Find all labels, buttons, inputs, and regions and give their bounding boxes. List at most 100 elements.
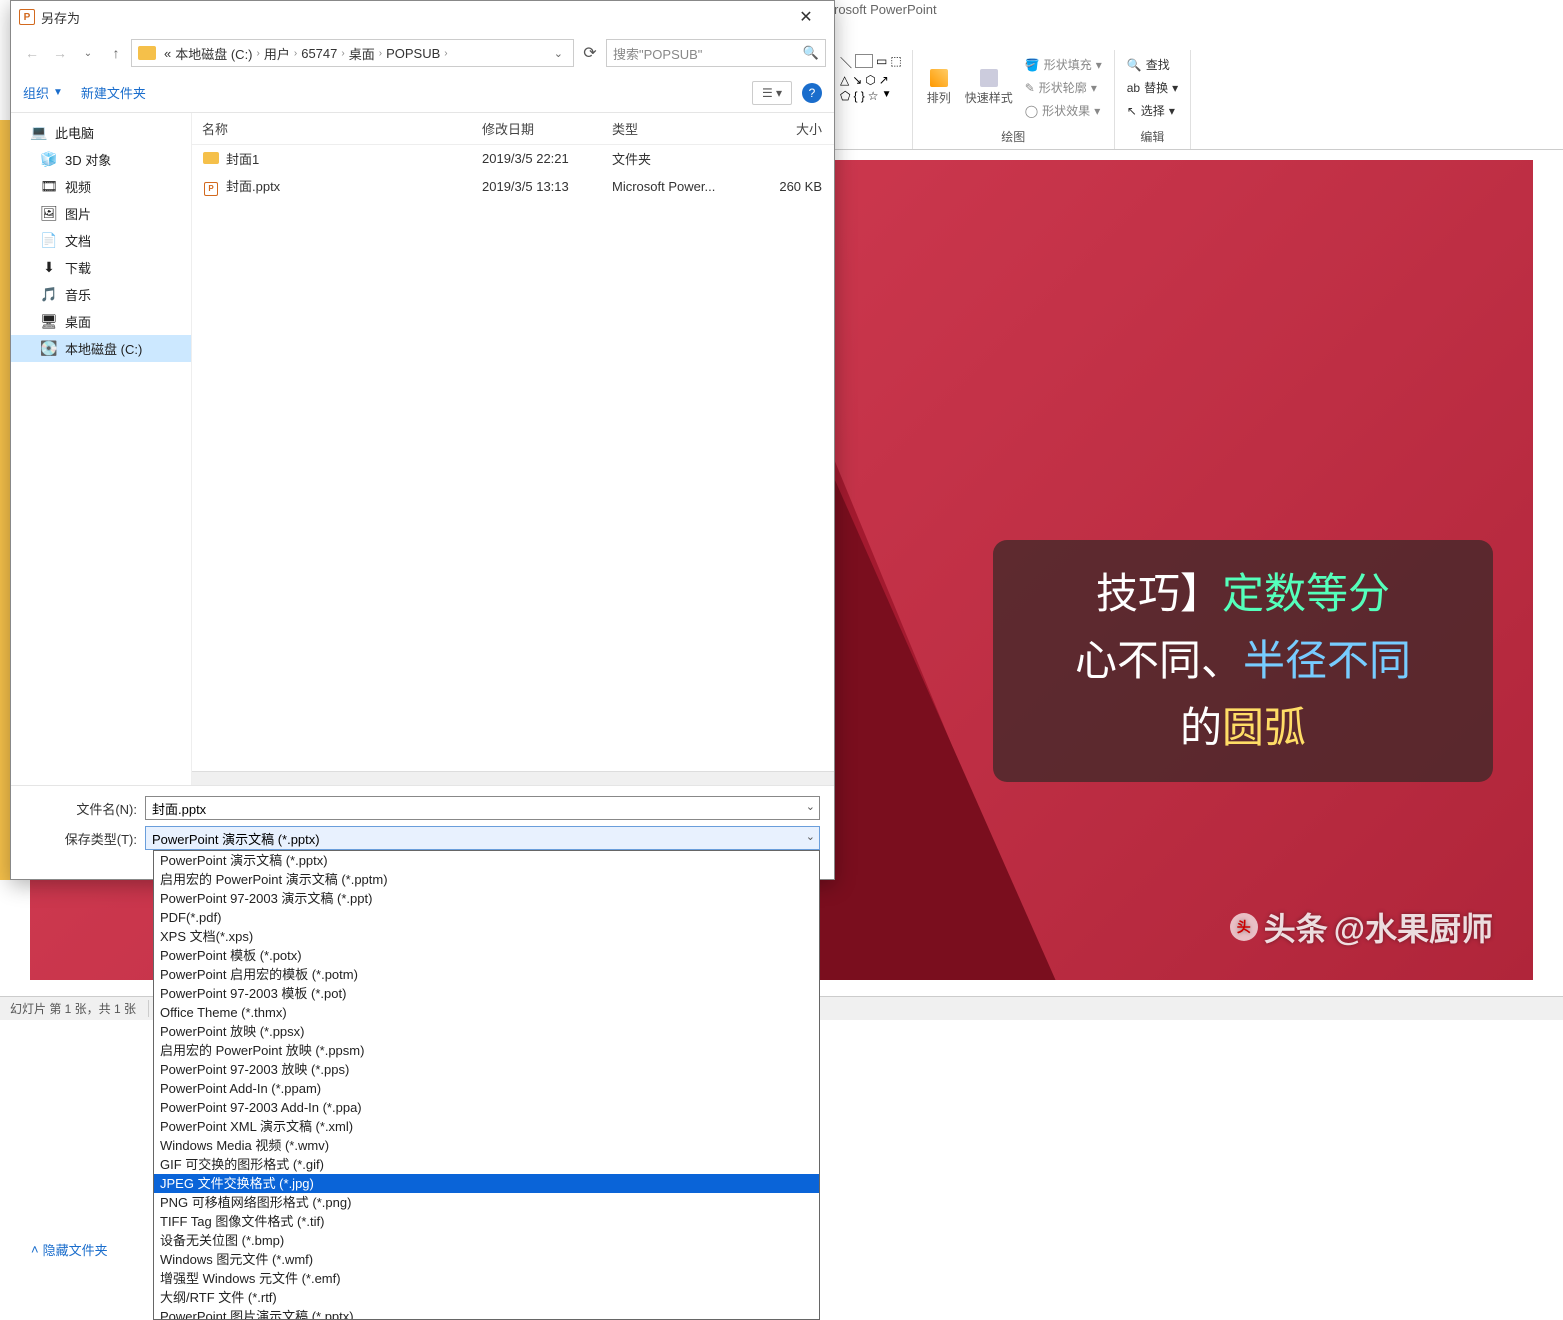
- filetype-option[interactable]: Windows 图元文件 (*.wmf): [154, 1250, 819, 1269]
- sidebar-icon: 🖥: [41, 314, 57, 330]
- search-icon: 🔍: [1127, 58, 1142, 72]
- paint-icon: 🪣: [1025, 58, 1040, 72]
- filetype-option[interactable]: PowerPoint 97-2003 Add-In (*.ppa): [154, 1098, 819, 1117]
- filetype-option[interactable]: 启用宏的 PowerPoint 放映 (*.ppsm): [154, 1041, 819, 1060]
- select-button[interactable]: ↖选择 ▾: [1125, 100, 1180, 121]
- sidebar-icon: 🎵: [41, 287, 57, 303]
- recent-button[interactable]: ⌄: [75, 40, 101, 66]
- chevron-down-icon[interactable]: ⌄: [806, 830, 815, 843]
- filetype-dropdown[interactable]: PowerPoint 演示文稿 (*.pptx)启用宏的 PowerPoint …: [153, 850, 820, 1320]
- find-button[interactable]: 🔍查找: [1125, 54, 1180, 75]
- dialog-title: 另存为: [41, 8, 80, 27]
- filetype-option[interactable]: PowerPoint 演示文稿 (*.pptx): [154, 851, 819, 870]
- filetype-option[interactable]: PDF(*.pdf): [154, 908, 819, 927]
- refresh-button[interactable]: ⟳: [576, 39, 604, 67]
- arrange-button[interactable]: 排列: [923, 67, 955, 108]
- filetype-option[interactable]: PowerPoint 97-2003 模板 (*.pot): [154, 984, 819, 1003]
- filetype-option[interactable]: Windows Media 视频 (*.wmv): [154, 1136, 819, 1155]
- shape-fill[interactable]: 🪣形状填充 ▾: [1023, 54, 1104, 75]
- filename-label: 文件名(N):: [25, 799, 145, 818]
- scrollbar[interactable]: [192, 771, 834, 785]
- view-mode-button[interactable]: ☰ ▾: [752, 81, 792, 105]
- filetype-option[interactable]: PowerPoint 启用宏的模板 (*.potm): [154, 965, 819, 984]
- forward-button[interactable]: →: [47, 40, 73, 66]
- filetype-option[interactable]: 启用宏的 PowerPoint 演示文稿 (*.pptm): [154, 870, 819, 889]
- filetype-combo[interactable]: PowerPoint 演示文稿 (*.pptx)⌄: [145, 826, 820, 850]
- save-as-dialog: P 另存为 ✕ ← → ⌄ ↑ « 本地磁盘 (C:)› 用户› 65747› …: [10, 0, 835, 880]
- file-row[interactable]: P封面.pptx2019/3/5 13:13Microsoft Power...…: [192, 172, 834, 201]
- powerpoint-icon: P: [19, 9, 35, 25]
- toutiao-logo-icon: 头: [1230, 913, 1258, 941]
- folder-icon: [138, 46, 156, 60]
- breadcrumb-dropdown[interactable]: ⌄: [550, 47, 567, 60]
- shape-effect[interactable]: ◯形状效果 ▾: [1023, 100, 1104, 121]
- dialog-toolbar: 组织 ▼ 新建文件夹 ☰ ▾ ?: [11, 73, 834, 113]
- slide-text-panel: 技巧】定数等分 心不同、半径不同 的圆弧: [993, 540, 1493, 782]
- cursor-icon: ↖: [1127, 104, 1137, 118]
- close-button[interactable]: ✕: [786, 7, 826, 27]
- sidebar-item[interactable]: 📄文档: [11, 227, 191, 254]
- filetype-option[interactable]: JPEG 文件交换格式 (*.jpg): [154, 1174, 819, 1193]
- filetype-option[interactable]: PowerPoint 图片演示文稿 (*.pptx): [154, 1307, 819, 1320]
- sidebar-item[interactable]: 🎵音乐: [11, 281, 191, 308]
- sidebar-item[interactable]: ⬇下载: [11, 254, 191, 281]
- watermark: 头 头条 @水果厨师: [1230, 904, 1493, 950]
- replace-button[interactable]: ab替换 ▾: [1125, 77, 1180, 98]
- new-folder-button[interactable]: 新建文件夹: [81, 83, 146, 102]
- file-list: 名称 修改日期 类型 大小 封面12019/3/5 22:21文件夹P封面.pp…: [191, 113, 834, 785]
- quickstyle-button[interactable]: 快速样式: [961, 67, 1017, 108]
- filetype-option[interactable]: 大纲/RTF 文件 (*.rtf): [154, 1288, 819, 1307]
- hide-folders-toggle[interactable]: ˄ 隐藏文件夹: [31, 1240, 108, 1259]
- app-title: rosoft PowerPoint: [830, 0, 941, 21]
- dialog-titlebar: P 另存为 ✕: [11, 1, 834, 33]
- shape-outline[interactable]: ✎形状轮廓 ▾: [1023, 77, 1104, 98]
- filetype-option[interactable]: PowerPoint 97-2003 放映 (*.pps): [154, 1060, 819, 1079]
- column-headers[interactable]: 名称 修改日期 类型 大小: [192, 113, 834, 145]
- filetype-option[interactable]: 增强型 Windows 元文件 (*.emf): [154, 1269, 819, 1288]
- sidebar-item[interactable]: 🧊3D 对象: [11, 146, 191, 173]
- ribbon: ＼▭⬚ △↘⬡↗ ⬠{ }☆▼ 排列 快速样式 🪣形状填充 ▾ ✎形状轮廓 ▾ …: [830, 50, 1563, 150]
- help-button[interactable]: ?: [802, 83, 822, 103]
- back-button[interactable]: ←: [19, 40, 45, 66]
- filetype-option[interactable]: PowerPoint XML 演示文稿 (*.xml): [154, 1117, 819, 1136]
- sidebar-item[interactable]: 💽本地磁盘 (C:): [11, 335, 191, 362]
- sidebar-item[interactable]: 🎞视频: [11, 173, 191, 200]
- effect-icon: ◯: [1025, 104, 1038, 118]
- sidebar-icon: ⬇: [41, 260, 57, 276]
- filetype-option[interactable]: PowerPoint 97-2003 演示文稿 (*.ppt): [154, 889, 819, 908]
- filetype-option[interactable]: TIFF Tag 图像文件格式 (*.tif): [154, 1212, 819, 1231]
- ribbon-group-editing: 🔍查找 ab替换 ▾ ↖选择 ▾ 编辑: [1115, 50, 1191, 149]
- search-icon: 🔍: [803, 45, 819, 61]
- save-form: 文件名(N): 封面.pptx⌄ 保存类型(T): PowerPoint 演示文…: [11, 785, 834, 879]
- file-row[interactable]: 封面12019/3/5 22:21文件夹: [192, 145, 834, 172]
- sidebar-icon: 🧊: [41, 152, 57, 168]
- sidebar-icon: 🖼: [41, 206, 57, 222]
- filetype-option[interactable]: PowerPoint 放映 (*.ppsx): [154, 1022, 819, 1041]
- filetype-option[interactable]: PowerPoint Add-In (*.ppam): [154, 1079, 819, 1098]
- filetype-option[interactable]: 设备无关位图 (*.bmp): [154, 1231, 819, 1250]
- sidebar-item[interactable]: 🖥桌面: [11, 308, 191, 335]
- sidebar-icon: 🎞: [41, 179, 57, 195]
- ribbon-group-drawing: 排列 快速样式 🪣形状填充 ▾ ✎形状轮廓 ▾ ◯形状效果 ▾ 绘图: [913, 50, 1115, 149]
- filetype-label: 保存类型(T):: [25, 829, 145, 848]
- pen-icon: ✎: [1025, 81, 1035, 95]
- filetype-option[interactable]: Office Theme (*.thmx): [154, 1003, 819, 1022]
- sidebar-item[interactable]: 💻此电脑: [11, 119, 191, 146]
- filename-input[interactable]: 封面.pptx⌄: [145, 796, 820, 820]
- sidebar-item[interactable]: 🖼图片: [11, 200, 191, 227]
- ribbon-group-shapes: ＼▭⬚ △↘⬡↗ ⬠{ }☆▼: [830, 50, 913, 149]
- filetype-option[interactable]: XPS 文档(*.xps): [154, 927, 819, 946]
- up-button[interactable]: ↑: [103, 40, 129, 66]
- nav-toolbar: ← → ⌄ ↑ « 本地磁盘 (C:)› 用户› 65747› 桌面› POPS…: [11, 33, 834, 73]
- filetype-option[interactable]: PNG 可移植网络图形格式 (*.png): [154, 1193, 819, 1212]
- sidebar-icon: 💽: [41, 341, 57, 357]
- search-input[interactable]: 搜索"POPSUB" 🔍: [606, 39, 826, 67]
- filetype-option[interactable]: PowerPoint 模板 (*.potx): [154, 946, 819, 965]
- address-bar[interactable]: « 本地磁盘 (C:)› 用户› 65747› 桌面› POPSUB› ⌄: [131, 39, 574, 67]
- organize-button[interactable]: 组织 ▼: [23, 83, 63, 102]
- nav-sidebar: 💻此电脑🧊3D 对象🎞视频🖼图片📄文档⬇下载🎵音乐🖥桌面💽本地磁盘 (C:): [11, 113, 191, 785]
- chevron-down-icon[interactable]: ⌄: [806, 800, 815, 813]
- sidebar-icon: 📄: [41, 233, 57, 249]
- replace-icon: ab: [1127, 81, 1140, 95]
- filetype-option[interactable]: GIF 可交换的图形格式 (*.gif): [154, 1155, 819, 1174]
